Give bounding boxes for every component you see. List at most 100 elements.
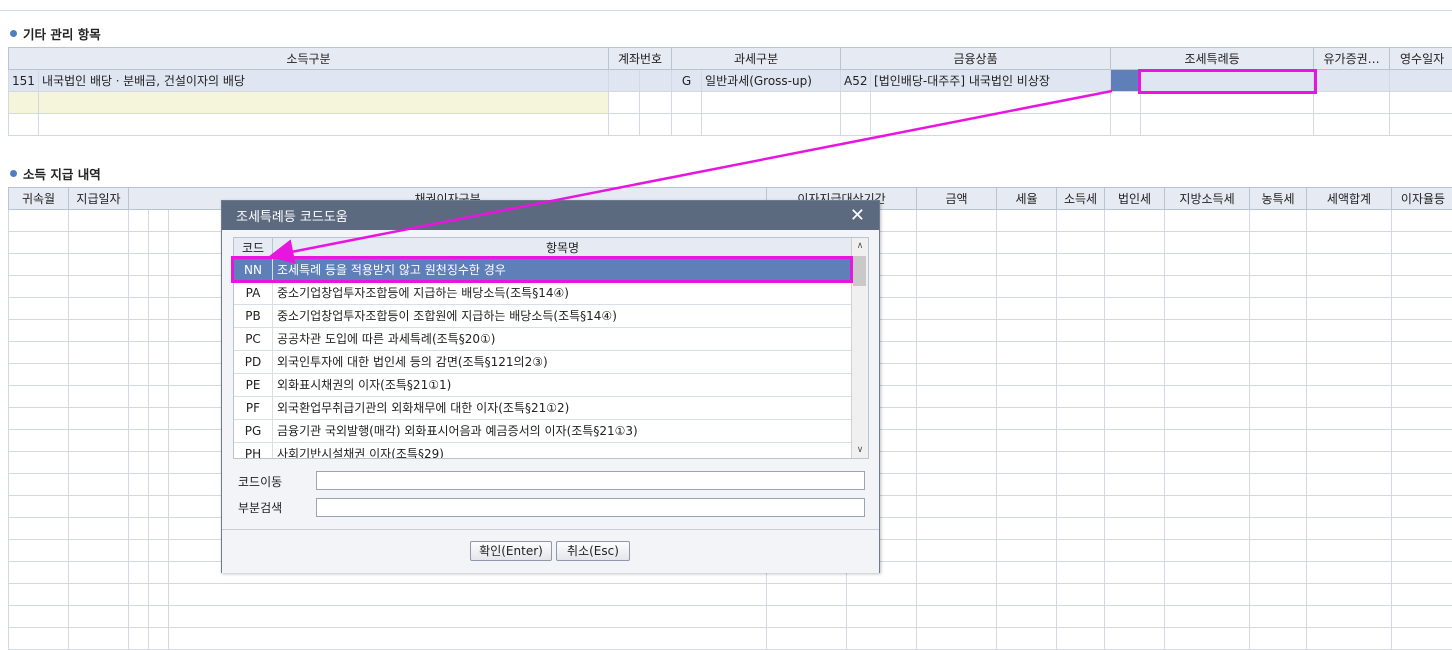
empty-cell[interactable]: [9, 364, 69, 386]
empty-cell[interactable]: [997, 232, 1057, 254]
empty-cell[interactable]: [1250, 232, 1307, 254]
income-code-cell[interactable]: 151: [9, 70, 39, 92]
empty-cell[interactable]: [1307, 386, 1392, 408]
empty-cell[interactable]: [149, 474, 169, 496]
table-row[interactable]: [9, 114, 1452, 136]
empty-cell[interactable]: [767, 628, 847, 650]
col-income-tax[interactable]: 소득세: [1057, 188, 1105, 210]
empty-cell[interactable]: [1057, 232, 1105, 254]
empty-cell[interactable]: [129, 298, 149, 320]
empty-cell[interactable]: [1250, 254, 1307, 276]
empty-cell[interactable]: [69, 232, 129, 254]
col-securities[interactable]: 유가증권…: [1314, 48, 1390, 70]
empty-cell[interactable]: [1165, 474, 1250, 496]
col-rural-special-tax[interactable]: 농특세: [1250, 188, 1307, 210]
empty-cell[interactable]: [129, 606, 149, 628]
empty-cell[interactable]: [129, 364, 149, 386]
empty-cell[interactable]: [1250, 606, 1307, 628]
partial-search-input[interactable]: [316, 498, 865, 517]
col-interest-rate[interactable]: 이자율등: [1392, 188, 1452, 210]
empty-cell[interactable]: [129, 474, 149, 496]
empty-cell[interactable]: [1105, 276, 1165, 298]
empty-cell[interactable]: [917, 210, 997, 232]
list-item[interactable]: PA중소기업창업투자조합등에 지급하는 배당소득(조특§14④): [234, 282, 868, 305]
empty-cell[interactable]: [1250, 430, 1307, 452]
empty-cell[interactable]: [1250, 320, 1307, 342]
empty-cell[interactable]: [1057, 342, 1105, 364]
product-name-cell[interactable]: [법인배당-대주주] 내국법인 비상장: [871, 70, 1111, 92]
empty-cell[interactable]: [129, 210, 149, 232]
empty-cell[interactable]: [1392, 408, 1452, 430]
empty-cell[interactable]: [1105, 386, 1165, 408]
list-item[interactable]: PG금융기관 국외발행(매각) 외화표시어음과 예금증서의 이자(조특§21①3…: [234, 420, 868, 443]
table-row[interactable]: [9, 92, 1452, 114]
empty-cell[interactable]: [1307, 430, 1392, 452]
empty-cell[interactable]: [1392, 298, 1452, 320]
empty-cell[interactable]: [1392, 232, 1452, 254]
account-cell-b[interactable]: [640, 70, 672, 92]
empty-cell[interactable]: [9, 606, 69, 628]
empty-cell[interactable]: [1165, 606, 1250, 628]
empty-cell[interactable]: [917, 232, 997, 254]
list-item[interactable]: PD외국인투자에 대한 법인세 등의 감면(조특§121의2③): [234, 351, 868, 374]
empty-cell[interactable]: [1307, 474, 1392, 496]
empty-cell[interactable]: [149, 540, 169, 562]
empty-cell[interactable]: [9, 496, 69, 518]
col-corporate-tax[interactable]: 법인세: [1105, 188, 1165, 210]
empty-cell[interactable]: [997, 562, 1057, 584]
empty-cell[interactable]: [997, 540, 1057, 562]
securities-cell[interactable]: [1314, 70, 1390, 92]
empty-cell[interactable]: [1057, 254, 1105, 276]
empty-cell[interactable]: [1165, 584, 1250, 606]
tax-code-cell[interactable]: G: [672, 70, 702, 92]
empty-cell[interactable]: [997, 386, 1057, 408]
empty-cell[interactable]: [917, 254, 997, 276]
empty-cell[interactable]: [129, 430, 149, 452]
empty-cell[interactable]: [129, 232, 149, 254]
empty-cell[interactable]: [1057, 210, 1105, 232]
list-item[interactable]: PB중소기업창업투자조합등이 조합원에 지급하는 배당소득(조특§14④): [234, 305, 868, 328]
empty-cell[interactable]: [917, 342, 997, 364]
empty-cell[interactable]: [997, 298, 1057, 320]
empty-cell[interactable]: [1307, 628, 1392, 650]
empty-cell[interactable]: [1105, 232, 1165, 254]
empty-cell[interactable]: [129, 254, 149, 276]
empty-cell[interactable]: [1250, 496, 1307, 518]
empty-cell[interactable]: [1307, 210, 1392, 232]
empty-cell[interactable]: [149, 276, 169, 298]
table-row[interactable]: [9, 628, 1452, 650]
empty-cell[interactable]: [1165, 232, 1250, 254]
empty-cell[interactable]: [149, 342, 169, 364]
empty-cell[interactable]: [1057, 364, 1105, 386]
empty-cell[interactable]: [1392, 342, 1452, 364]
empty-cell[interactable]: [917, 584, 997, 606]
list-item[interactable]: PC공공차관 도입에 따른 과세특례(조특§20①): [234, 328, 868, 351]
empty-cell[interactable]: [1307, 408, 1392, 430]
empty-cell[interactable]: [129, 276, 149, 298]
empty-cell[interactable]: [39, 92, 609, 114]
empty-cell[interactable]: [1057, 518, 1105, 540]
empty-cell[interactable]: [917, 276, 997, 298]
empty-cell[interactable]: [1392, 320, 1452, 342]
empty-cell[interactable]: [1165, 408, 1250, 430]
empty-cell[interactable]: [1165, 540, 1250, 562]
empty-cell[interactable]: [997, 364, 1057, 386]
empty-cell[interactable]: [847, 584, 917, 606]
empty-cell[interactable]: [1250, 474, 1307, 496]
empty-cell[interactable]: [1250, 276, 1307, 298]
empty-cell[interactable]: [149, 210, 169, 232]
empty-cell[interactable]: [69, 254, 129, 276]
empty-cell[interactable]: [1392, 386, 1452, 408]
col-tax-rate[interactable]: 세율: [997, 188, 1057, 210]
empty-cell[interactable]: [1165, 210, 1250, 232]
empty-cell[interactable]: [1307, 452, 1392, 474]
empty-cell[interactable]: [69, 386, 129, 408]
empty-cell[interactable]: [1392, 518, 1452, 540]
receipt-date-cell[interactable]: [1390, 70, 1452, 92]
empty-cell[interactable]: [149, 254, 169, 276]
col-tax-special[interactable]: 조세특례등: [1111, 48, 1314, 70]
empty-cell[interactable]: [997, 408, 1057, 430]
empty-cell[interactable]: [169, 584, 767, 606]
empty-cell[interactable]: [1057, 474, 1105, 496]
empty-cell[interactable]: [1307, 276, 1392, 298]
